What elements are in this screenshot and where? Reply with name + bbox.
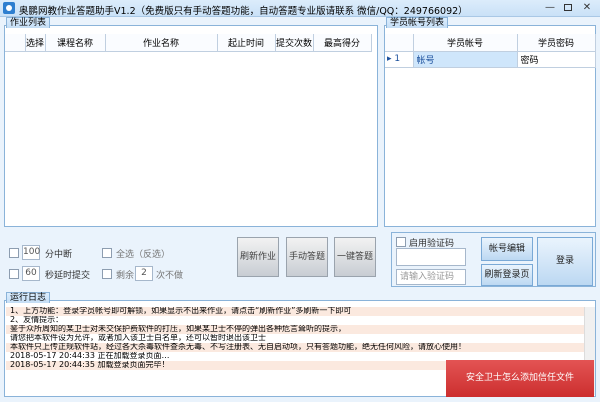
homework-table[interactable]: 选择 课程名称 作业名称 起止时间 提交次数 最高得分 (5, 34, 372, 52)
delay-spinner[interactable]: 60 (22, 266, 40, 281)
col-time-range[interactable]: 起止时间 (217, 34, 276, 52)
log-line: 请您把本软件设为允许，或者加入该卫士白名单，还可以暂时退出该卫士 (6, 334, 584, 343)
captcha-checkbox[interactable] (396, 237, 406, 247)
col-password[interactable]: 学员密码 (517, 34, 596, 52)
maximize-button[interactable] (560, 1, 576, 15)
account-header-row: 学员帐号 学员密码 (385, 34, 596, 52)
account-group-title: 学员帐号列表 (386, 17, 449, 28)
log-line: 鉴于众所周知的某卫士对未交保护费软件的打压，如果某卫士不停的弹出各种危言耸听的提… (6, 325, 584, 334)
homework-list-group: 选择 课程名称 作业名称 起止时间 提交次数 最高得分 (4, 25, 378, 227)
col-submit-count[interactable]: 提交次数 (275, 34, 314, 52)
remaining-checkbox[interactable] (102, 269, 112, 279)
refresh-login-page-button[interactable]: 刷新登录页 (481, 264, 533, 286)
delay-label: 秒延时提交 (45, 271, 91, 281)
log-line: 1、上方功能：登录学员帐号即可解锁，如果显示不出来作业，请点击“刷新作业”多刷新… (6, 307, 584, 316)
one-click-answer-button[interactable]: 一键答题 (334, 237, 376, 277)
table-row[interactable]: ▸ 1 帐号 密码 (385, 51, 596, 68)
run-log-title: 运行日志 (6, 292, 51, 303)
row-header-corner (385, 34, 414, 52)
col-max-score[interactable]: 最高得分 (313, 34, 372, 52)
login-button[interactable]: 登录 (537, 237, 593, 286)
close-button[interactable]: ✕ (579, 1, 595, 15)
log-line: 2、友情提示： (6, 316, 584, 325)
refresh-homework-button[interactable]: 刷新作业 (237, 237, 279, 277)
homework-header-row: 选择 课程名称 作业名称 起止时间 提交次数 最高得分 (5, 34, 372, 52)
trust-file-toast[interactable]: 安全卫士怎么添加信任文件 (446, 360, 594, 397)
maximize-icon (564, 4, 572, 11)
delay-checkbox[interactable] (9, 269, 19, 279)
col-course-name[interactable]: 课程名称 (45, 34, 106, 52)
app-icon (3, 2, 15, 14)
select-all-label: 全选（反选） (116, 250, 171, 260)
manual-answer-button[interactable]: 手动答题 (286, 237, 328, 277)
row-index: ▸ 1 (385, 51, 414, 68)
minimize-button[interactable]: — (542, 1, 558, 15)
password-cell[interactable]: 密码 (517, 51, 596, 68)
remaining-spinner[interactable]: 2 (135, 266, 153, 281)
homework-group-title: 作业列表 (6, 17, 51, 28)
row-index-number: 1 (394, 54, 401, 64)
remaining-suffix: 次不做 (156, 271, 184, 281)
account-cell[interactable]: 帐号 (413, 51, 518, 68)
row-header-corner (5, 34, 26, 52)
col-select[interactable]: 选择 (25, 34, 46, 52)
select-all-checkbox[interactable] (102, 248, 112, 258)
options-panel: 100 分中断 60 秒延时提交 全选（反选） 剩余 2 次不做 刷新作业 手动… (4, 231, 378, 287)
captcha-input[interactable]: 请输入验证码 (396, 269, 466, 285)
interval-label: 分中断 (45, 250, 73, 260)
account-edit-button[interactable]: 帐号编辑 (481, 237, 533, 261)
log-line: 本软件只上传正规软件站，经过各大杀毒软件查杀无毒、不写注册表、无自启动项，只有答… (6, 343, 584, 352)
title-bar: 奥鹏网教作业答题助手V1.2（免费版只有手动答题功能，自动答题专业版请联系 微信… (0, 0, 600, 17)
captcha-image-box (396, 248, 466, 266)
remaining-prefix: 剩余 (116, 271, 135, 281)
interval-checkbox[interactable] (9, 248, 19, 258)
account-list-group: 学员帐号 学员密码 ▸ 1 帐号 密码 (384, 25, 596, 227)
interval-spinner[interactable]: 100 (22, 245, 40, 260)
col-account[interactable]: 学员帐号 (413, 34, 518, 52)
window-title: 奥鹏网教作业答题助手V1.2（免费版只有手动答题功能，自动答题专业版请联系 微信… (19, 6, 468, 17)
col-homework-name[interactable]: 作业名称 (105, 34, 218, 52)
login-panel: 启用验证码 请输入验证码 帐号编辑 刷新登录页 登录 (391, 232, 596, 287)
account-table[interactable]: 学员帐号 学员密码 ▸ 1 帐号 密码 (385, 34, 596, 68)
toast-label: 安全卫士怎么添加信任文件 (465, 373, 574, 383)
